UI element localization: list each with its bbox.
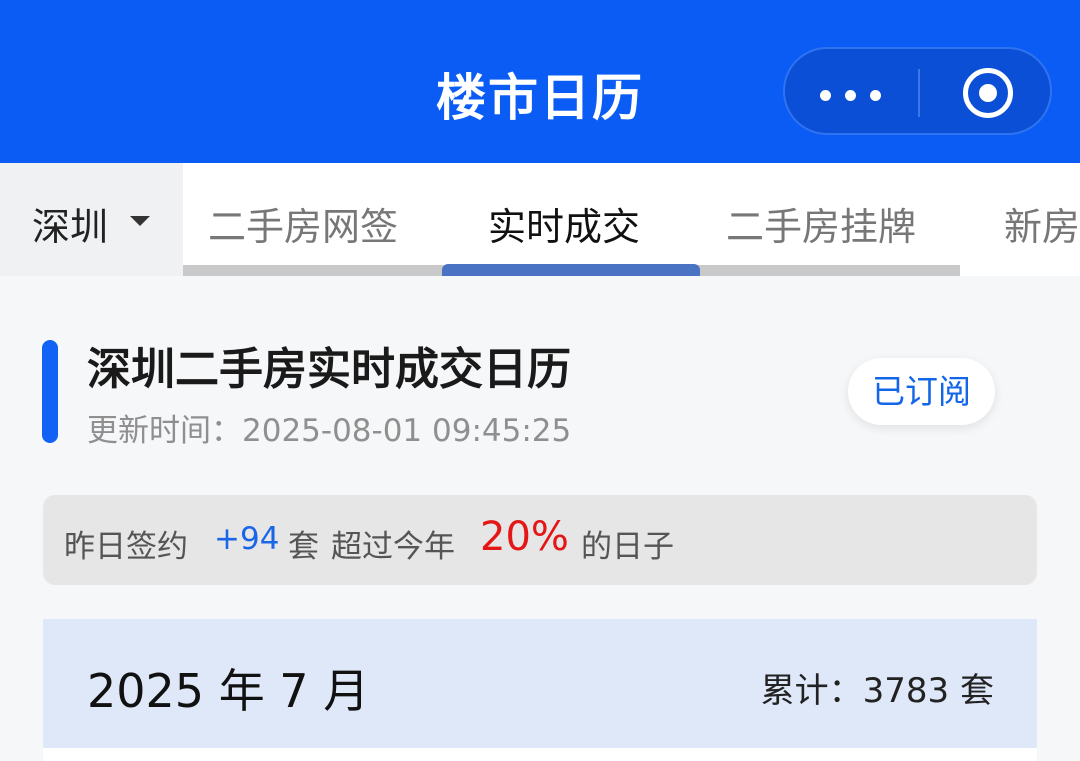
caret-down-icon xyxy=(130,216,150,226)
summary-middle: 超过今年 xyxy=(331,529,455,565)
nav-header: 楼市日历 xyxy=(0,0,1080,163)
summary-prefix: 昨日签约 xyxy=(64,529,188,565)
target-circle-icon[interactable] xyxy=(963,68,1013,118)
title-accent-bar xyxy=(42,340,58,443)
calendar-body-start xyxy=(43,748,1037,761)
update-value: 2025-08-01 09:45:25 xyxy=(242,413,572,449)
summary-unit: 套 xyxy=(288,529,319,565)
update-time: 更新时间：2025-08-01 09:45:25 xyxy=(87,405,571,450)
month-header: 2025 年 7 月 累计：3783 套 xyxy=(43,619,1037,748)
summary-banner: 昨日签约 +94 套 超过今年 20% 的日子 xyxy=(43,495,1037,585)
tab-realtime-deals[interactable]: 实时成交 xyxy=(488,196,640,251)
month-title: 2025 年 7 月 xyxy=(87,664,370,718)
update-label: 更新时间： xyxy=(87,413,242,449)
summary-count: +94 xyxy=(214,521,280,557)
summary-suffix: 的日子 xyxy=(581,529,674,565)
mini-program-capsule xyxy=(783,47,1052,135)
city-label: 深圳 xyxy=(32,205,109,249)
page-title: 深圳二手房实时成交日历 xyxy=(87,344,571,395)
city-selector[interactable]: 深圳 xyxy=(0,163,183,276)
tab-secondhand-signing[interactable]: 二手房网签 xyxy=(208,196,398,251)
more-dots-icon[interactable] xyxy=(820,90,882,102)
tab-new-homes[interactable]: 新房 xyxy=(1004,196,1080,251)
month-total: 累计：3783 套 xyxy=(760,671,994,711)
tab-bar: 深圳 二手房网签 实时成交 二手房挂牌 新房 xyxy=(0,163,1080,276)
subscribe-button[interactable]: 已订阅 xyxy=(848,358,995,425)
capsule-divider xyxy=(918,69,920,117)
active-tab-indicator xyxy=(442,264,700,276)
tab-secondhand-listing[interactable]: 二手房挂牌 xyxy=(726,196,916,251)
summary-percent: 20% xyxy=(480,514,569,560)
